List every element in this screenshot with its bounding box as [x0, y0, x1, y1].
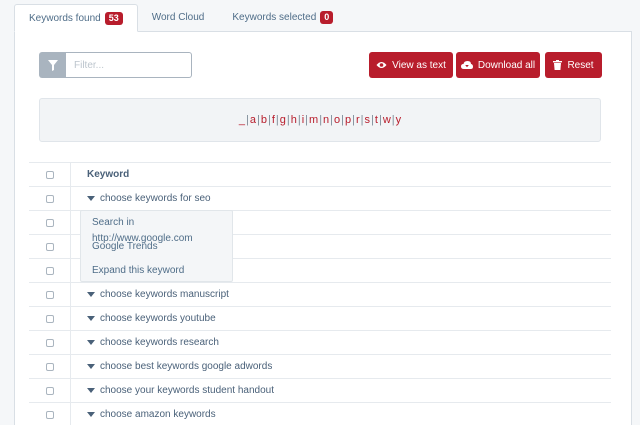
keyword-cell[interactable]: choose keywords youtube	[71, 313, 216, 324]
letter-filter[interactable]: y	[396, 114, 402, 126]
caret-down-icon	[87, 196, 95, 201]
cloud-download-icon	[460, 60, 473, 69]
table-row: choose amazon keywords	[29, 402, 611, 425]
select-cell	[29, 163, 71, 186]
table-row: choose your keywords student handout	[29, 378, 611, 402]
keyword-context-menu: Search in http://www.google.com Google T…	[80, 210, 233, 282]
menu-item-search-google[interactable]: Search in http://www.google.com	[81, 215, 232, 244]
menu-item-google-trends[interactable]: Google Trends	[81, 239, 232, 263]
row-checkbox[interactable]	[45, 194, 54, 203]
keyword-cell[interactable]: choose amazon keywords	[71, 409, 216, 420]
row-checkbox[interactable]	[45, 314, 54, 323]
menu-item-expand-keyword[interactable]: Expand this keyword	[81, 263, 232, 287]
select-cell	[29, 355, 71, 378]
keyword-cell[interactable]: choose keywords for seo	[71, 193, 211, 204]
table-header: Keyword	[29, 162, 611, 186]
toolbar: View as text Download all Reset	[39, 52, 602, 80]
select-cell	[29, 403, 71, 425]
keyword-text: choose keywords youtube	[100, 313, 216, 324]
tab-bar: Keywords found 53 Word Cloud Keywords se…	[14, 4, 347, 32]
button-label: Download all	[477, 59, 536, 71]
keyword-cell[interactable]: choose your keywords student handout	[71, 385, 274, 396]
tab-keywords-selected[interactable]: Keywords selected 0	[218, 4, 347, 30]
letter-filter[interactable]: m	[309, 114, 318, 126]
table-row: choose keywords research	[29, 330, 611, 354]
select-cell	[29, 283, 71, 306]
keyword-text: choose keywords manuscript	[100, 289, 229, 300]
button-label: Reset	[567, 59, 594, 71]
table-row: choose keywords for seo	[29, 186, 611, 210]
select-cell	[29, 235, 71, 258]
count-badge: 53	[104, 11, 123, 25]
view-as-text-button[interactable]: View as text	[369, 52, 453, 78]
select-cell	[29, 331, 71, 354]
tab-word-cloud[interactable]: Word Cloud	[138, 4, 219, 30]
keyword-text: choose your keywords student handout	[100, 385, 274, 396]
filter-button[interactable]	[39, 52, 66, 78]
keyword-text: choose best keywords google adwords	[100, 361, 273, 372]
button-label: View as text	[392, 59, 446, 71]
table-row: choose best keywords google adwords	[29, 354, 611, 378]
select-cell	[29, 379, 71, 402]
tab-label: Keywords found	[29, 12, 101, 24]
filter-icon	[47, 59, 58, 71]
select-all-checkbox[interactable]	[45, 170, 54, 179]
tab-keywords-found[interactable]: Keywords found 53	[14, 4, 138, 32]
row-checkbox[interactable]	[45, 410, 54, 419]
filter-input[interactable]	[66, 52, 192, 78]
keyword-cell[interactable]: choose best keywords google adwords	[71, 361, 272, 372]
trash-icon	[553, 60, 563, 70]
row-checkbox[interactable]	[45, 266, 54, 275]
row-checkbox[interactable]	[45, 242, 54, 251]
column-header-keyword[interactable]: Keyword	[71, 169, 129, 180]
download-all-button[interactable]: Download all	[456, 52, 540, 78]
row-checkbox[interactable]	[45, 362, 54, 371]
select-cell	[29, 187, 71, 210]
caret-down-icon	[87, 412, 95, 417]
tab-label: Keywords selected	[232, 11, 317, 23]
caret-down-icon	[87, 388, 95, 393]
table-row: choose keywords youtube	[29, 306, 611, 330]
caret-down-icon	[87, 292, 95, 297]
select-cell	[29, 307, 71, 330]
keyword-text: choose keywords for seo	[100, 193, 211, 204]
alphabet-filter: _ | a | b | f | g | h | i | m | n | o | …	[39, 98, 601, 142]
reset-button[interactable]: Reset	[545, 52, 602, 78]
caret-down-icon	[87, 316, 95, 321]
select-cell	[29, 259, 71, 282]
row-checkbox[interactable]	[45, 218, 54, 227]
row-checkbox[interactable]	[45, 290, 54, 299]
count-badge: 0	[320, 10, 334, 24]
row-checkbox[interactable]	[45, 338, 54, 347]
row-checkbox[interactable]	[45, 386, 54, 395]
select-cell	[29, 211, 71, 234]
caret-down-icon	[87, 340, 95, 345]
eye-icon	[376, 62, 387, 68]
tab-label: Word Cloud	[151, 11, 205, 23]
keyword-table: Keyword choose keywords for seo choose k…	[29, 162, 611, 425]
keyword-cell[interactable]: choose keywords manuscript	[71, 289, 229, 300]
keyword-cell[interactable]: choose keywords research	[71, 337, 219, 348]
caret-down-icon	[87, 364, 95, 369]
keyword-text: choose amazon keywords	[100, 409, 216, 420]
keyword-text: choose keywords research	[100, 337, 219, 348]
letter-filter[interactable]: w	[383, 114, 391, 126]
